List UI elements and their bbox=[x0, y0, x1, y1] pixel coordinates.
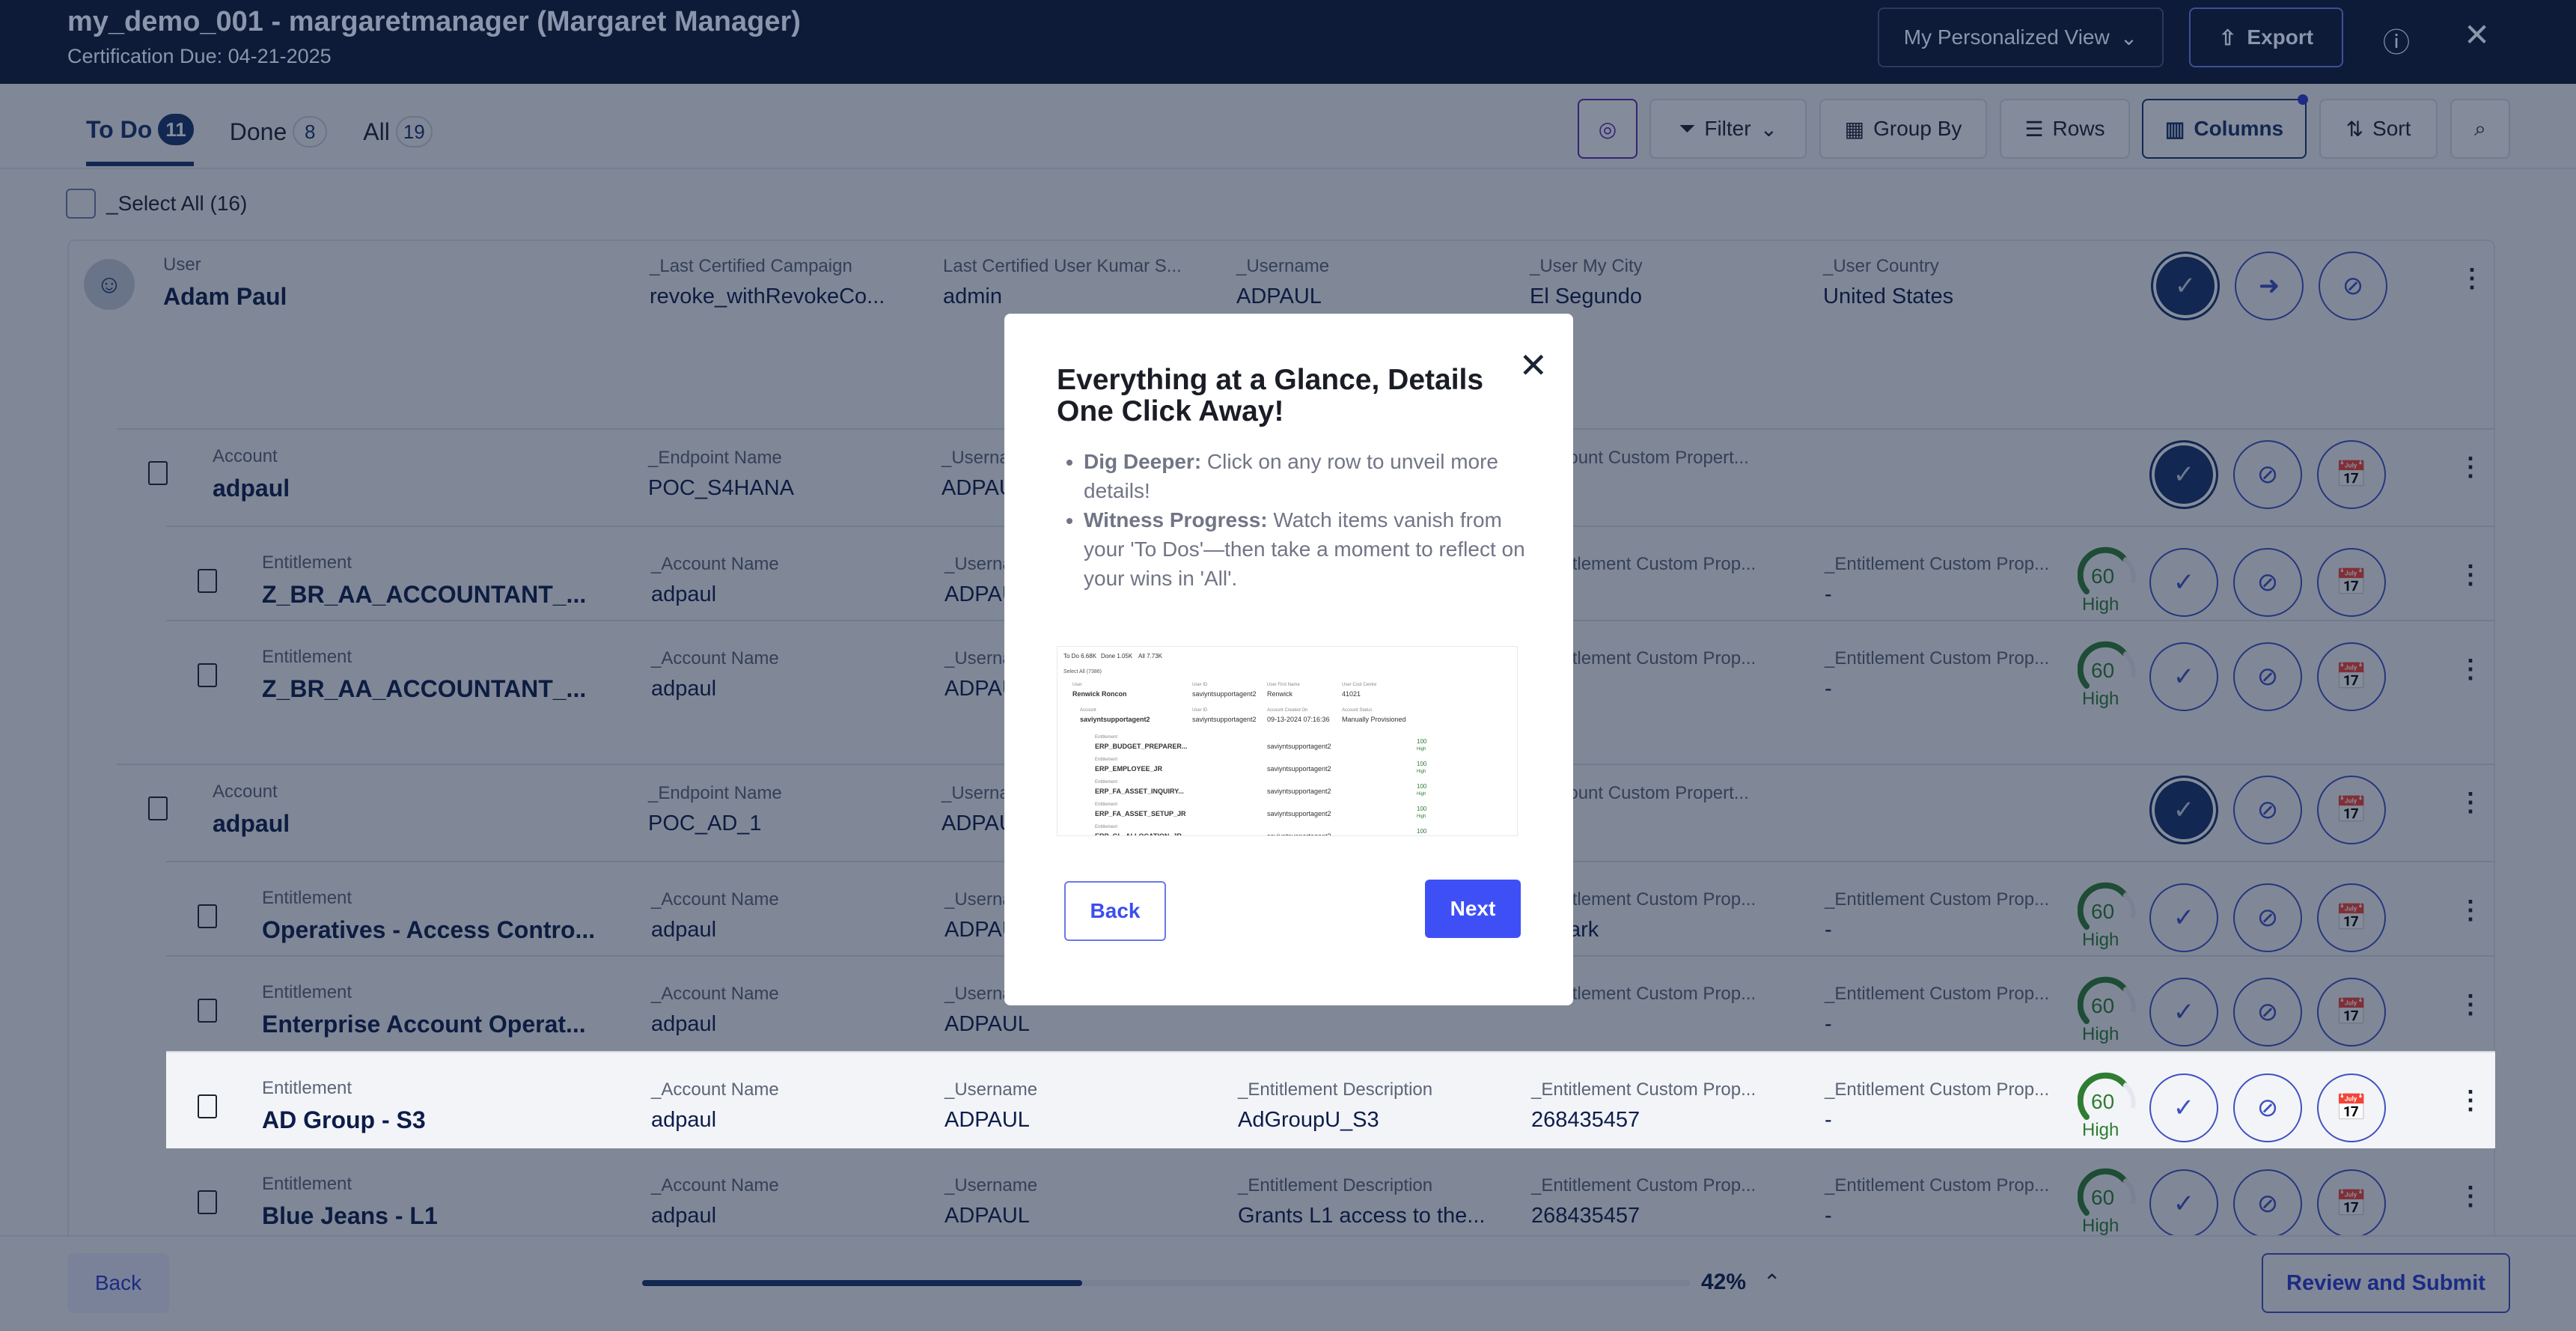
preview-risk-level: High bbox=[1417, 747, 1426, 752]
more-options-icon[interactable]: ⋮ bbox=[2458, 1085, 2483, 1115]
preview-value: saviyntsupportagent2 bbox=[1267, 832, 1331, 836]
view-selector-label: My Personalized View bbox=[1903, 25, 2110, 49]
calendar-swap-icon: 📅 bbox=[2335, 1094, 2368, 1122]
preview-tab: Done 1.05K bbox=[1101, 653, 1133, 660]
preview-value: saviyntsupportagent2 bbox=[1267, 765, 1331, 773]
modal-bullet: Witness Progress: Watch items vanish fro… bbox=[1084, 505, 1528, 593]
preview-label: Entitlement bbox=[1095, 735, 1118, 740]
preview-risk: 100 bbox=[1417, 828, 1427, 835]
risk-score-gauge: 60 High bbox=[2078, 1070, 2137, 1145]
revoke-button[interactable]: ⊘ bbox=[2233, 1073, 2302, 1142]
column-label: Entitlement bbox=[262, 1078, 352, 1098]
column[interactable]: _Entitlement Description AdGroupU_S3 bbox=[1238, 1079, 1432, 1133]
preview-value: saviyntsupportagent2 bbox=[1192, 716, 1257, 723]
modal-bullets: Dig Deeper: Click on any row to unveil m… bbox=[1057, 447, 1528, 593]
chevron-down-icon: ⌄ bbox=[2119, 25, 2138, 49]
modal-back-button[interactable]: Back bbox=[1064, 881, 1166, 941]
close-icon[interactable]: ✕ bbox=[1519, 345, 1548, 386]
preview-value: Manually Provisioned bbox=[1342, 716, 1406, 723]
preview-value: 09-13-2024 07:16:36 bbox=[1267, 716, 1330, 723]
column-value: - bbox=[1825, 1108, 1832, 1132]
column-label: _Account Name bbox=[651, 1079, 779, 1100]
modify-date-button[interactable]: 📅 bbox=[2317, 1073, 2386, 1142]
preview-label: User Cost Centre bbox=[1342, 683, 1377, 687]
preview-label: User First Name bbox=[1267, 683, 1300, 687]
column-value: 268435457 bbox=[1531, 1108, 1640, 1132]
preview-label: Entitlement bbox=[1095, 780, 1118, 785]
preview-select-all: Select All (7386) bbox=[1063, 669, 1102, 674]
page-title: my_demo_001 - margaretmanager (Margaret … bbox=[67, 6, 801, 37]
close-icon[interactable]: ✕ bbox=[2464, 16, 2490, 53]
column[interactable]: _Username ADPAUL bbox=[944, 1079, 1037, 1133]
preview-label: Account Status bbox=[1342, 708, 1373, 713]
check-icon: ✓ bbox=[2173, 1094, 2195, 1122]
row-divider bbox=[166, 1051, 2495, 1053]
modal-title: Everything at a Glance, Details One Clic… bbox=[1057, 364, 1484, 427]
modal-next-button[interactable]: Next bbox=[1425, 880, 1521, 938]
preview-entitlement-name: ERP_EMPLOYEE_JR bbox=[1095, 765, 1163, 773]
modal-bullet: Dig Deeper: Click on any row to unveil m… bbox=[1084, 447, 1528, 505]
help-circle-icon[interactable]: ⓘ bbox=[2383, 21, 2410, 60]
column[interactable]: Entitlement AD Group - S3 bbox=[262, 1078, 426, 1134]
upload-icon: ⇧ bbox=[2218, 25, 2237, 49]
column-value: AD Group - S3 bbox=[262, 1106, 426, 1133]
preview-label: User ID bbox=[1192, 683, 1208, 687]
preview-risk: 100 bbox=[1417, 761, 1427, 767]
risk-score: 60 bbox=[2091, 1090, 2115, 1113]
preview-user-name: Renwick Roncon bbox=[1072, 690, 1127, 698]
column-label: _Username bbox=[944, 1079, 1038, 1100]
preview-tab: All 7.73K bbox=[1138, 653, 1163, 660]
preview-entitlement-name: ERP_BUDGET_PREPARER... bbox=[1095, 743, 1188, 750]
preview-value: saviyntsupportagent2 bbox=[1192, 690, 1257, 698]
entitlement-certificate-icon bbox=[198, 1094, 217, 1118]
preview-value: saviyntsupportagent2 bbox=[1267, 743, 1331, 750]
preview-screenshot: To Do 6.68K Done 1.05K All 7.73K Select All… bbox=[1057, 646, 1518, 836]
preview-risk: 100 bbox=[1417, 783, 1427, 790]
column[interactable]: _Account Name adpaul bbox=[651, 1079, 779, 1133]
preview-value: saviyntsupportagent2 bbox=[1267, 788, 1331, 795]
preview-risk: 100 bbox=[1417, 805, 1427, 812]
certification-due: Certification Due: 04-21-2025 bbox=[67, 45, 332, 67]
block-icon: ⊘ bbox=[2256, 1094, 2279, 1122]
preview-value: Renwick bbox=[1267, 690, 1293, 698]
preview-value: saviyntsupportagent2 bbox=[1267, 810, 1331, 817]
preview-label: User bbox=[1072, 683, 1082, 687]
preview-account-name: saviyntsupportagent2 bbox=[1080, 716, 1150, 723]
preview-risk: 100 bbox=[1417, 738, 1427, 745]
preview-label: Account bbox=[1080, 708, 1096, 713]
export-button[interactable]: ⇧ Export bbox=[2189, 7, 2343, 67]
column-value: ADPAUL bbox=[944, 1108, 1030, 1132]
column-label: _Entitlement Description bbox=[1238, 1079, 1433, 1100]
view-selector[interactable]: My Personalized View ⌄ bbox=[1878, 7, 2164, 67]
preview-label: Entitlement bbox=[1095, 825, 1118, 829]
preview-label: User ID bbox=[1192, 708, 1208, 713]
certify-button[interactable]: ✓ bbox=[2149, 1073, 2218, 1142]
onboarding-modal: ✕ Everything at a Glance, Details One Cl… bbox=[1004, 314, 1573, 1005]
preview-entitlement-name: ERP_GL_ALLOCATION_JR bbox=[1095, 832, 1182, 836]
preview-label: Entitlement bbox=[1095, 758, 1118, 762]
column[interactable]: _Entitlement Custom Prop... - bbox=[1825, 1079, 2049, 1133]
column-value: AdGroupU_S3 bbox=[1238, 1108, 1379, 1132]
bullet-heading: Dig Deeper: bbox=[1084, 450, 1202, 473]
preview-label: Account Created On bbox=[1267, 708, 1308, 713]
preview-entitlement-name: ERP_FA_ASSET_INQUIRY... bbox=[1095, 788, 1184, 795]
risk-level: High bbox=[2082, 1120, 2119, 1140]
preview-tab: To Do 6.68K bbox=[1063, 653, 1097, 660]
preview-risk-level: High bbox=[1417, 814, 1426, 819]
export-label: Export bbox=[2247, 25, 2314, 49]
column-value: adpaul bbox=[651, 1108, 717, 1132]
preview-risk-level: High bbox=[1417, 770, 1426, 774]
bullet-heading: Witness Progress: bbox=[1084, 508, 1268, 532]
preview-entitlement-name: ERP_FA_ASSET_SETUP_JR bbox=[1095, 810, 1186, 817]
app-header: my_demo_001 - margaretmanager (Margaret … bbox=[0, 0, 2576, 84]
column-label: _Entitlement Custom Prop... bbox=[1825, 1079, 2050, 1100]
column[interactable]: _Entitlement Custom Prop... 268435457 bbox=[1531, 1079, 1756, 1133]
preview-value: 41021 bbox=[1342, 690, 1361, 698]
column-label: _Entitlement Custom Prop... bbox=[1531, 1079, 1756, 1100]
preview-risk-level: High bbox=[1417, 792, 1426, 797]
preview-label: Entitlement bbox=[1095, 802, 1118, 807]
